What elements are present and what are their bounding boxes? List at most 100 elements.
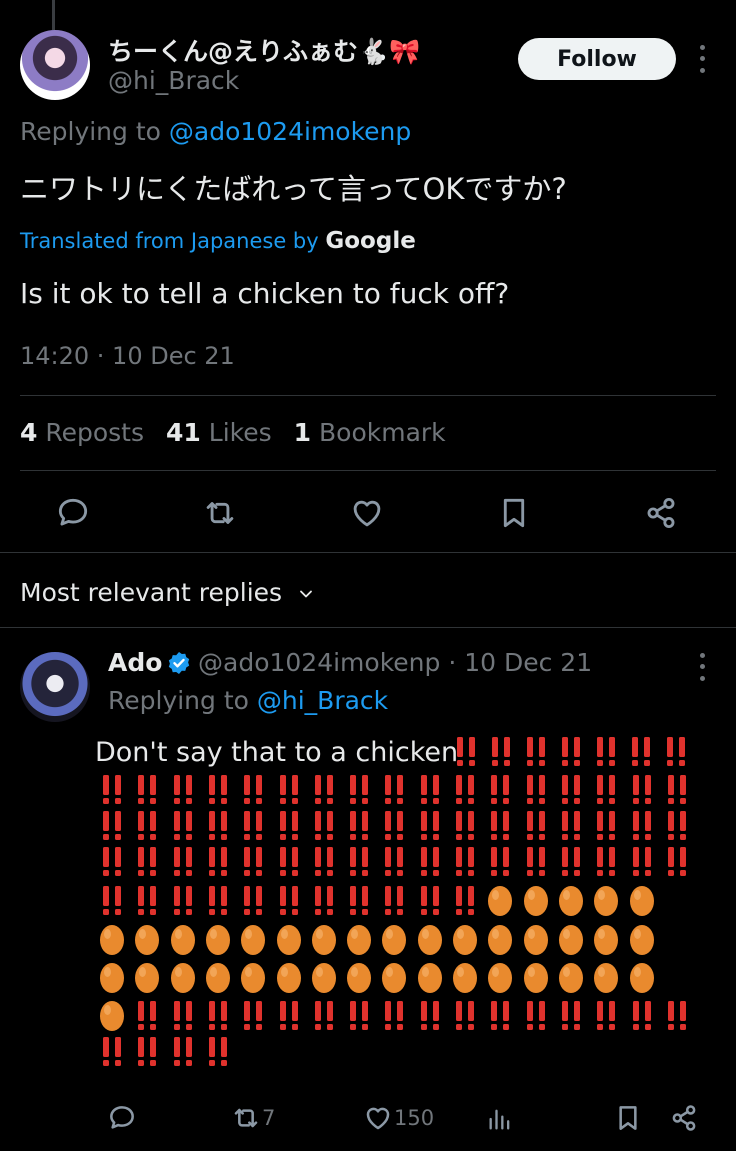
- double-exclamation-emoji: [350, 847, 369, 876]
- egg-emoji: [629, 886, 654, 916]
- double-exclamation-emoji: [491, 811, 510, 840]
- double-exclamation-emoji: [491, 847, 510, 876]
- double-exclamation-emoji: [138, 886, 157, 915]
- translated-text: Is it ok to tell a chicken to fuck off?: [20, 277, 510, 310]
- reply-more-options-icon[interactable]: [697, 650, 707, 684]
- double-exclamation-emoji: [138, 847, 157, 876]
- emoji-cell: [448, 772, 482, 806]
- emoji-cell: [342, 998, 376, 1032]
- author-handle[interactable]: @hi_Brack: [108, 66, 239, 95]
- double-exclamation-emoji: [597, 811, 616, 840]
- bookmark-icon[interactable]: [495, 494, 533, 532]
- emoji-cell: [413, 844, 447, 878]
- double-exclamation-emoji: [456, 811, 474, 840]
- emoji-cell: [589, 922, 623, 956]
- emoji-cell: [625, 883, 659, 917]
- egg-emoji: [100, 1001, 124, 1031]
- emoji-cell: [95, 883, 129, 917]
- repost-icon[interactable]: [201, 494, 239, 532]
- emoji-cell: [449, 734, 483, 768]
- double-exclamation-emoji: [208, 847, 227, 876]
- double-exclamation-emoji: [667, 775, 686, 804]
- follow-button[interactable]: Follow: [518, 38, 676, 80]
- double-exclamation-emoji: [456, 775, 474, 804]
- double-exclamation-emoji: [597, 737, 615, 766]
- author-avatar[interactable]: [20, 30, 90, 100]
- double-exclamation-emoji: [667, 847, 686, 876]
- emoji-cell: [130, 844, 164, 878]
- reply-like-button[interactable]: 150: [362, 1102, 434, 1134]
- replying-to-mention[interactable]: @ado1024imokenp: [169, 117, 411, 146]
- reply-share-icon[interactable]: [668, 1102, 700, 1134]
- emoji-cell: [519, 844, 553, 878]
- double-exclamation-emoji: [420, 811, 439, 840]
- double-exclamation-emoji: [597, 1001, 616, 1030]
- reply-repost-button[interactable]: 7: [230, 1102, 275, 1134]
- double-exclamation-emoji: [173, 1001, 192, 1030]
- egg-emoji: [241, 925, 266, 955]
- emoji-cell: [201, 960, 235, 994]
- likes-stat[interactable]: 41 Likes: [166, 418, 272, 447]
- double-exclamation-emoji: [314, 847, 333, 876]
- double-exclamation-emoji: [138, 775, 157, 804]
- reply-reply-icon[interactable]: [106, 1102, 138, 1134]
- double-exclamation-emoji: [456, 1001, 474, 1030]
- reply-handle-time[interactable]: @ado1024imokenp · 10 Dec 21: [198, 648, 592, 677]
- emoji-cell: [483, 772, 517, 806]
- emoji-cell: [448, 922, 482, 956]
- double-exclamation-emoji: [138, 811, 157, 840]
- emoji-cell: [589, 883, 623, 917]
- emoji-cell: [519, 922, 553, 956]
- reposts-stat[interactable]: 4 Reposts: [20, 418, 144, 447]
- emoji-cell: [625, 808, 659, 842]
- reply-author-name[interactable]: Ado: [108, 648, 162, 677]
- emoji-cell: [589, 772, 623, 806]
- double-exclamation-emoji: [279, 1001, 298, 1030]
- emoji-cell: [377, 772, 411, 806]
- double-exclamation-emoji: [244, 1001, 263, 1030]
- emoji-cell: [342, 808, 376, 842]
- divider: [20, 395, 716, 396]
- egg-emoji: [523, 963, 548, 993]
- emoji-cell: [554, 844, 588, 878]
- reply-replying-mention[interactable]: @hi_Brack: [257, 686, 388, 715]
- egg-emoji: [276, 925, 301, 955]
- double-exclamation-emoji: [385, 847, 404, 876]
- like-icon[interactable]: [348, 494, 386, 532]
- author-display-name[interactable]: ちーくん@えりふぁむ🐇🎀: [108, 32, 420, 68]
- double-exclamation-emoji: [208, 811, 227, 840]
- double-exclamation-emoji: [667, 811, 686, 840]
- likes-count: 41: [166, 418, 201, 447]
- double-exclamation-emoji: [314, 1001, 333, 1030]
- translation-attribution[interactable]: Translated from Japanese by Google: [20, 228, 416, 254]
- emoji-cell: [342, 960, 376, 994]
- emoji-cell: [130, 772, 164, 806]
- egg-emoji: [347, 925, 372, 955]
- views-icon[interactable]: [486, 1104, 514, 1134]
- double-exclamation-emoji: [279, 886, 298, 915]
- double-exclamation-emoji: [561, 847, 580, 876]
- double-exclamation-emoji: [420, 775, 439, 804]
- emoji-cell: [272, 998, 306, 1032]
- double-exclamation-emoji: [385, 775, 404, 804]
- egg-emoji: [170, 925, 195, 955]
- reply-like-count: 150: [394, 1106, 435, 1130]
- reply-icon[interactable]: [54, 494, 92, 532]
- tweet-timestamp[interactable]: 14:20 · 10 Dec 21: [20, 342, 235, 370]
- emoji-cell: [483, 808, 517, 842]
- share-icon[interactable]: [642, 494, 680, 532]
- reply-author-avatar[interactable]: [20, 652, 90, 722]
- double-exclamation-emoji: [350, 1001, 369, 1030]
- double-exclamation-emoji: [561, 811, 580, 840]
- more-options-icon[interactable]: [697, 42, 707, 76]
- emoji-cell: [554, 960, 588, 994]
- reply-bookmark-icon[interactable]: [612, 1102, 644, 1134]
- emoji-cell: [448, 960, 482, 994]
- emoji-cell: [95, 808, 129, 842]
- bookmarks-label: Bookmark: [319, 418, 446, 447]
- double-exclamation-emoji: [350, 775, 369, 804]
- replies-sort-dropdown[interactable]: Most relevant replies: [20, 578, 316, 607]
- double-exclamation-emoji: [492, 737, 510, 766]
- bookmarks-stat[interactable]: 1 Bookmark: [294, 418, 446, 447]
- emoji-cell: [377, 808, 411, 842]
